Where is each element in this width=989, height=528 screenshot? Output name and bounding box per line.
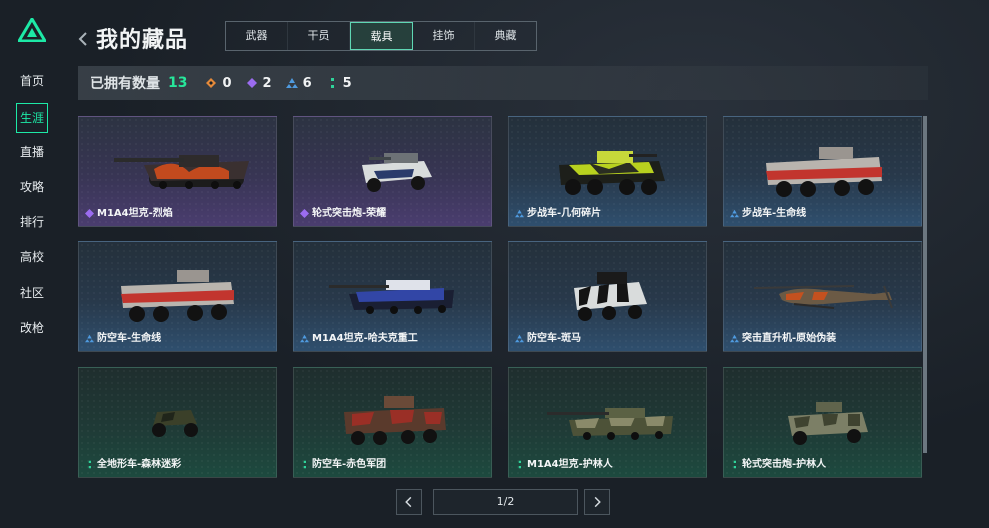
orange-diamond-icon <box>206 78 217 88</box>
sidebar-item-community[interactable]: 社区 <box>0 280 64 315</box>
card-name: M1A4坦克-哈夫克重工 <box>312 333 418 344</box>
assault-gun-glory-image <box>362 153 432 192</box>
blue-triangle-icon <box>515 334 524 343</box>
next-page-button[interactable] <box>584 489 610 515</box>
blue-triangle-icon <box>300 334 309 343</box>
sidebar-item-label: 改枪 <box>19 321 44 336</box>
collection-card[interactable]: 轮式突击炮-荣耀 <box>293 116 492 227</box>
purple-diamond-icon <box>85 209 94 218</box>
collection-card[interactable]: 步战车-生命线 <box>723 116 922 227</box>
tab-weapons[interactable]: 武器 <box>226 22 288 50</box>
collection-card[interactable]: 轮式突击炮-护林人 <box>723 367 922 478</box>
sidebar-item-home[interactable]: 首页 <box>0 68 64 103</box>
aa-vehicle-red-legion-image <box>344 396 446 445</box>
rarity-count-orange: 0 <box>205 75 232 91</box>
sidebar-item-label: 直播 <box>19 144 44 159</box>
tab-vehicles[interactable]: 载具 <box>350 22 413 50</box>
collection-card[interactable]: 突击直升机-原始伪装 <box>723 241 922 352</box>
sidebar-item-label: 高校 <box>19 250 44 265</box>
collection-card[interactable]: M1A4坦克-哈夫克重工 <box>293 241 492 352</box>
sidebar: 首页 生涯 直播 攻略 排行 高校 社区 改枪 <box>0 0 64 528</box>
collection-card[interactable]: 防空车-斑马 <box>508 241 707 352</box>
blue-triangle-icon <box>730 334 739 343</box>
rarity-count-value: 5 <box>342 75 352 91</box>
tank-flame-image <box>114 155 249 189</box>
page-title: 我的藏品 <box>96 28 189 53</box>
blue-triangle-icon <box>85 334 94 343</box>
owned-count-total: 13 <box>168 75 188 91</box>
card-name: 轮式突击炮-护林人 <box>742 459 827 470</box>
sidebar-item-universities[interactable]: 高校 <box>0 244 64 279</box>
prev-page-button[interactable] <box>396 489 422 515</box>
sidebar-item-career[interactable]: 生涯 <box>0 103 64 138</box>
tank-ranger-image <box>547 408 673 440</box>
helicopter-camo-image <box>753 285 893 309</box>
green-dots-icon <box>303 460 306 469</box>
tab-charms[interactable]: 挂饰 <box>413 22 475 50</box>
collection-card[interactable]: 全地形车-森林迷彩 <box>78 367 277 478</box>
card-name: M1A4坦克-护林人 <box>527 459 613 470</box>
sidebar-item-label: 生涯 <box>15 103 48 134</box>
tank-haavk-image <box>329 280 454 314</box>
ifv-lifeline-image <box>766 147 882 197</box>
green-dots-icon <box>330 78 334 88</box>
chevron-left-icon <box>405 496 412 508</box>
back-chevron-icon[interactable] <box>77 31 89 47</box>
sidebar-item-label: 攻略 <box>19 179 44 194</box>
owned-count-bar: 已拥有数量 13 0 2 6 5 <box>78 66 928 100</box>
card-name: 防空车-赤色军团 <box>312 459 387 470</box>
rarity-count-green: 5 <box>326 76 352 91</box>
page-indicator: 1/2 <box>433 489 578 515</box>
blue-triangle-icon <box>730 209 739 218</box>
tab-collection[interactable]: 典藏 <box>475 22 536 50</box>
sidebar-item-label: 排行 <box>19 215 44 230</box>
sidebar-item-label: 首页 <box>19 74 44 88</box>
tab-operators[interactable]: 干员 <box>288 22 350 50</box>
collection-grid: M1A4坦克-烈焰 轮式突击炮-荣耀 步战车-几何碎片 步战车-生命线 防空车-… <box>78 116 922 478</box>
card-name: 防空车-斑马 <box>527 333 582 344</box>
rarity-count-value: 6 <box>302 75 312 91</box>
card-name: 步战车-生命线 <box>742 208 807 219</box>
card-name: 轮式突击炮-荣耀 <box>312 208 387 219</box>
collection-card[interactable]: M1A4坦克-护林人 <box>508 367 707 478</box>
sidebar-item-live[interactable]: 直播 <box>0 139 64 174</box>
green-dots-icon <box>88 460 91 469</box>
aa-vehicle-lifeline-image <box>121 270 234 322</box>
grid-scrollbar[interactable] <box>923 116 927 453</box>
category-tabs: 武器 干员 载具 挂饰 典藏 <box>225 21 537 51</box>
collection-card[interactable]: 防空车-赤色军团 <box>293 367 492 478</box>
app-logo-icon[interactable] <box>18 18 46 42</box>
card-name: 全地形车-森林迷彩 <box>97 459 182 470</box>
sidebar-item-label: 社区 <box>19 285 44 300</box>
collection-card[interactable]: M1A4坦克-烈焰 <box>78 116 277 227</box>
green-dots-icon <box>733 460 736 469</box>
grid-scrollbar-thumb[interactable] <box>923 116 927 453</box>
card-name: 防空车-生命线 <box>97 333 162 344</box>
purple-diamond-icon <box>300 209 309 218</box>
blue-triangle-icon <box>515 209 524 218</box>
sidebar-nav: 首页 生涯 直播 攻略 排行 高校 社区 改枪 <box>0 68 64 350</box>
sidebar-item-ranking[interactable]: 排行 <box>0 209 64 244</box>
blue-triangle-icon <box>285 78 298 88</box>
rarity-count-blue: 6 <box>285 75 312 91</box>
collection-card[interactable]: 防空车-生命线 <box>78 241 277 352</box>
sidebar-item-gunsmith[interactable]: 改枪 <box>0 315 64 350</box>
purple-diamond-icon <box>246 78 257 88</box>
rarity-count-purple: 2 <box>246 76 272 91</box>
assault-gun-ranger-image <box>788 402 868 445</box>
owned-count-label: 已拥有数量 <box>90 76 160 92</box>
chevron-right-icon <box>594 496 601 508</box>
collection-card[interactable]: 步战车-几何碎片 <box>508 116 707 227</box>
aa-vehicle-zebra-image <box>574 272 647 321</box>
rarity-count-value: 2 <box>262 75 272 91</box>
card-name: 突击直升机-原始伪装 <box>742 333 837 344</box>
card-name: M1A4坦克-烈焰 <box>97 208 173 219</box>
green-dots-icon <box>518 460 521 469</box>
card-name: 步战车-几何碎片 <box>527 208 602 219</box>
ifv-geometric-image <box>559 151 665 195</box>
sidebar-item-guides[interactable]: 攻略 <box>0 174 64 209</box>
rarity-count-value: 0 <box>222 75 232 91</box>
atv-forest-camo-image <box>152 410 198 437</box>
